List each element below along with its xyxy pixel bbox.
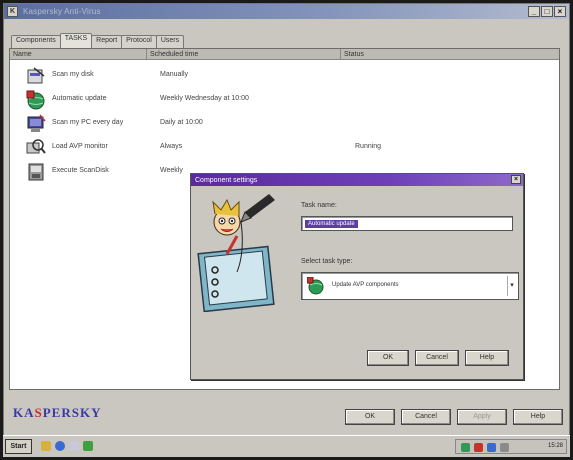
logo-text-accent: S xyxy=(34,405,43,420)
tab-users[interactable]: Users xyxy=(155,35,185,48)
column-header-status[interactable]: Status xyxy=(341,49,561,60)
clock: 15:28 xyxy=(547,443,563,449)
monitor-magnifier-icon xyxy=(26,139,46,154)
tray-monitor-icon[interactable] xyxy=(474,443,483,452)
window-title: Kaspersky Anti-Virus xyxy=(23,7,101,16)
scan-disk-icon xyxy=(27,67,45,84)
component-settings-dialog: Component settings × Task name: Automati… xyxy=(190,173,524,380)
main-cancel-button[interactable]: Cancel xyxy=(401,409,451,425)
task-type-value: Update AVP components xyxy=(332,282,399,288)
scandisk-icon xyxy=(28,163,44,181)
dialog-title: Component settings xyxy=(195,176,258,184)
close-button[interactable]: × xyxy=(554,6,566,17)
task-status: Running xyxy=(355,143,382,150)
column-header-name[interactable]: Name xyxy=(10,49,147,60)
task-time: Weekly xyxy=(160,167,183,174)
dialog-cancel-button[interactable]: Cancel xyxy=(415,350,459,366)
task-name-label: Task name: xyxy=(301,202,337,209)
select-arrow-icon[interactable]: ▾ xyxy=(507,276,516,296)
main-apply-button[interactable]: Apply xyxy=(457,409,507,425)
quicklaunch-desktop-icon[interactable] xyxy=(69,441,79,451)
dialog-help-button[interactable]: Help xyxy=(465,350,509,366)
dialog-title-bar[interactable]: Component settings × xyxy=(191,174,523,186)
globe-update-icon xyxy=(307,277,324,295)
task-name-value: Automatic update xyxy=(305,220,358,228)
task-name: Execute ScanDisk xyxy=(52,167,109,174)
tab-components[interactable]: Components xyxy=(11,35,61,48)
table-row[interactable]: Scan my disk Manually xyxy=(10,65,559,87)
tab-protocol[interactable]: Protocol xyxy=(121,35,157,48)
column-header-time[interactable]: Scheduled time xyxy=(147,49,341,60)
tab-report[interactable]: Report xyxy=(91,35,123,48)
task-name: Scan my PC every day xyxy=(52,119,124,126)
tab-tasks[interactable]: TASKS xyxy=(59,33,93,48)
logo-text-right: PERSKY xyxy=(42,405,102,420)
tray-network-icon[interactable] xyxy=(487,443,496,452)
list-header: Name Scheduled time Status xyxy=(10,49,559,60)
table-row[interactable]: Scan my PC every day Daily at 10:00 xyxy=(10,113,559,135)
kaspersky-logo: KASPERSKY xyxy=(13,405,101,421)
scan-pc-icon xyxy=(27,114,46,132)
select-task-label: Select task type: xyxy=(301,258,353,265)
quicklaunch-browser-icon[interactable] xyxy=(55,441,65,451)
task-name-input[interactable]: Automatic update xyxy=(301,216,513,231)
dialog-ok-button[interactable]: OK xyxy=(367,350,409,366)
tray-volume-icon[interactable] xyxy=(500,443,509,452)
table-row[interactable]: Load AVP monitor Always Running xyxy=(10,137,559,159)
task-name: Scan my disk xyxy=(52,71,94,78)
dialog-close-button[interactable]: × xyxy=(511,175,521,184)
logo-text-left: KA xyxy=(13,405,35,420)
tab-strip: Components TASKS Report Protocol Users xyxy=(11,33,185,48)
main-help-button[interactable]: Help xyxy=(513,409,563,425)
app-icon: K xyxy=(7,6,18,17)
task-name: Load AVP monitor xyxy=(52,143,108,150)
table-row[interactable]: Automatic update Weekly Wednesday at 10:… xyxy=(10,89,559,111)
task-type-select[interactable]: Update AVP components ▾ xyxy=(301,272,519,300)
maximize-button[interactable]: □ xyxy=(541,6,553,17)
quicklaunch-folder-icon[interactable] xyxy=(41,441,51,451)
notebook-pen-illustration xyxy=(197,194,275,312)
task-name: Automatic update xyxy=(52,95,107,102)
task-time: Daily at 10:00 xyxy=(160,119,203,126)
title-bar[interactable]: K Kaspersky Anti-Virus _ □ × xyxy=(4,4,569,19)
task-time: Weekly Wednesday at 10:00 xyxy=(160,95,249,102)
taskbar: Start 15:28 xyxy=(3,435,570,457)
minimize-button[interactable]: _ xyxy=(528,6,540,17)
quicklaunch-app-icon[interactable] xyxy=(83,441,93,451)
tray-kav-icon[interactable] xyxy=(461,443,470,452)
system-tray: 15:28 xyxy=(455,439,567,454)
task-time: Always xyxy=(160,143,183,150)
main-ok-button[interactable]: OK xyxy=(345,409,395,425)
task-time: Manually xyxy=(160,71,189,78)
globe-update-icon xyxy=(26,90,45,110)
start-button[interactable]: Start xyxy=(5,439,32,454)
